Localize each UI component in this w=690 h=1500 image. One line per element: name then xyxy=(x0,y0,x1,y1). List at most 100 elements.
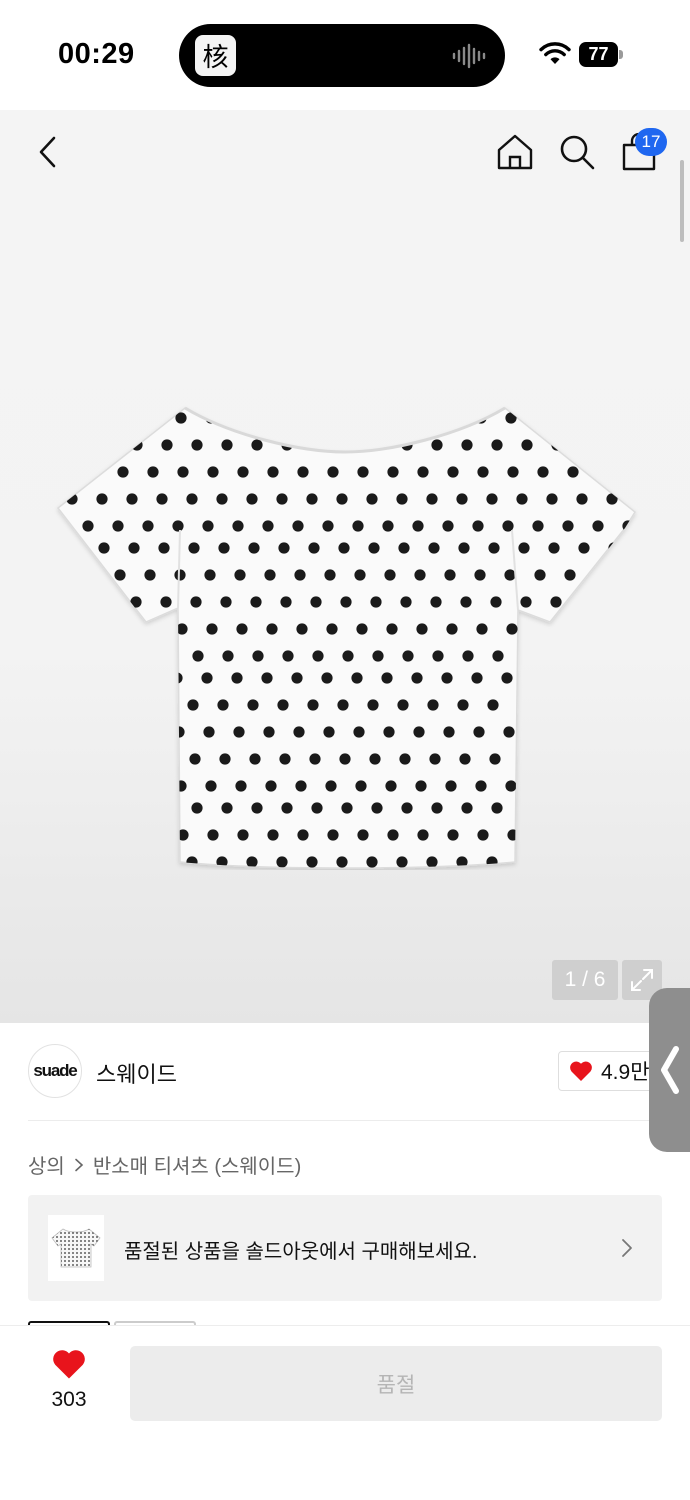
polka-dot xyxy=(566,623,578,635)
polka-dot xyxy=(609,753,621,765)
polka-dot xyxy=(187,699,199,711)
polka-dot xyxy=(144,569,156,581)
polka-dot xyxy=(627,466,635,478)
polka-dot xyxy=(264,569,276,581)
polka-dot xyxy=(501,672,513,684)
polka-dot xyxy=(129,753,141,765)
polka-dot xyxy=(366,493,378,505)
polka-dot xyxy=(430,596,442,608)
polka-dot xyxy=(491,802,503,814)
polka-dot xyxy=(161,439,173,451)
brand-name[interactable]: 스웨이드 xyxy=(96,1057,177,1089)
polka-dot xyxy=(507,466,519,478)
wishlist-button[interactable]: 303 xyxy=(28,1348,110,1418)
polka-dot xyxy=(460,596,472,608)
polka-dot xyxy=(338,542,350,554)
polka-dot xyxy=(291,672,303,684)
search-button[interactable] xyxy=(556,130,598,174)
polka-dot xyxy=(101,802,113,814)
polka-dot xyxy=(581,802,593,814)
polka-dot xyxy=(591,672,603,684)
polka-dot xyxy=(398,542,410,554)
polka-dot xyxy=(521,439,533,451)
status-time: 00:29 xyxy=(58,38,135,70)
polka-dot xyxy=(278,542,290,554)
side-drawer-handle[interactable] xyxy=(649,988,690,1152)
polka-dot xyxy=(102,650,114,662)
polka-dot xyxy=(205,780,217,792)
polka-dot xyxy=(502,520,514,532)
polka-dot xyxy=(323,726,335,738)
breadcrumb-category[interactable]: 상의 xyxy=(28,1150,65,1179)
polka-dot xyxy=(352,520,364,532)
home-button[interactable] xyxy=(494,130,536,174)
polka-dot xyxy=(87,466,99,478)
polka-dot xyxy=(174,569,186,581)
polka-dot xyxy=(101,439,113,451)
back-button[interactable] xyxy=(28,130,68,174)
polka-dot xyxy=(116,623,128,635)
polka-dot xyxy=(339,753,351,765)
polka-dot xyxy=(477,829,489,841)
product-image-polka-dot-tshirt xyxy=(56,406,636,869)
chevron-left-icon xyxy=(39,136,56,168)
polka-dot xyxy=(66,493,78,505)
top-navigation xyxy=(0,110,690,200)
polka-dot xyxy=(431,802,443,814)
polka-dot xyxy=(58,466,69,478)
polka-dot xyxy=(417,466,429,478)
polka-dot xyxy=(141,672,153,684)
polka-dot xyxy=(597,829,609,841)
polka-dot xyxy=(567,466,579,478)
polka-dot xyxy=(487,699,499,711)
polka-dot xyxy=(472,520,484,532)
polka-dot xyxy=(324,569,336,581)
polka-dot xyxy=(267,466,279,478)
polka-dot xyxy=(216,493,228,505)
polka-dot xyxy=(445,780,457,792)
polka-dot xyxy=(535,780,547,792)
polka-dot xyxy=(595,412,607,424)
polka-dot xyxy=(564,569,576,581)
polka-dot xyxy=(371,802,383,814)
polka-dot xyxy=(596,623,608,635)
polka-dot xyxy=(99,753,111,765)
brand-logo[interactable]: suade xyxy=(28,1044,82,1098)
polka-dot xyxy=(355,780,367,792)
polka-dot xyxy=(130,596,142,608)
polka-dot xyxy=(625,412,635,424)
polka-dot xyxy=(521,802,533,814)
polka-dot xyxy=(68,542,80,554)
breadcrumb-subcategory[interactable]: 반소매 티셔츠 (스웨이드) xyxy=(93,1150,301,1179)
polka-dot xyxy=(233,726,245,738)
wifi-icon xyxy=(539,42,571,64)
polka-dot xyxy=(261,672,273,684)
product-image-gallery[interactable]: 1 / 6 xyxy=(0,110,690,1023)
polka-dot xyxy=(429,753,441,765)
audio-wave-icon xyxy=(452,43,486,69)
polka-dot xyxy=(203,726,215,738)
polka-dot xyxy=(262,520,274,532)
polka-dot xyxy=(399,753,411,765)
polka-dot xyxy=(400,596,412,608)
polka-dot xyxy=(381,672,393,684)
polka-dot xyxy=(592,520,604,532)
polka-dot xyxy=(563,726,575,738)
expand-icon xyxy=(631,969,653,991)
polka-dot xyxy=(492,650,504,662)
polka-dot xyxy=(442,520,454,532)
polka-dot xyxy=(548,542,560,554)
polka-dot xyxy=(145,412,157,424)
polka-dot xyxy=(576,856,588,868)
soldout-banner[interactable]: 품절된 상품을 솔드아웃에서 구매해보세요. xyxy=(28,1195,662,1301)
polka-dot xyxy=(475,780,487,792)
buy-button-soldout[interactable]: 품절 xyxy=(130,1346,662,1421)
polka-dot xyxy=(412,520,424,532)
polka-dot xyxy=(293,726,305,738)
polka-dot xyxy=(336,493,348,505)
polka-dot xyxy=(117,466,129,478)
polka-dot xyxy=(458,542,470,554)
polka-dot xyxy=(161,802,173,814)
polka-dot xyxy=(177,466,189,478)
polka-dot xyxy=(85,412,97,424)
